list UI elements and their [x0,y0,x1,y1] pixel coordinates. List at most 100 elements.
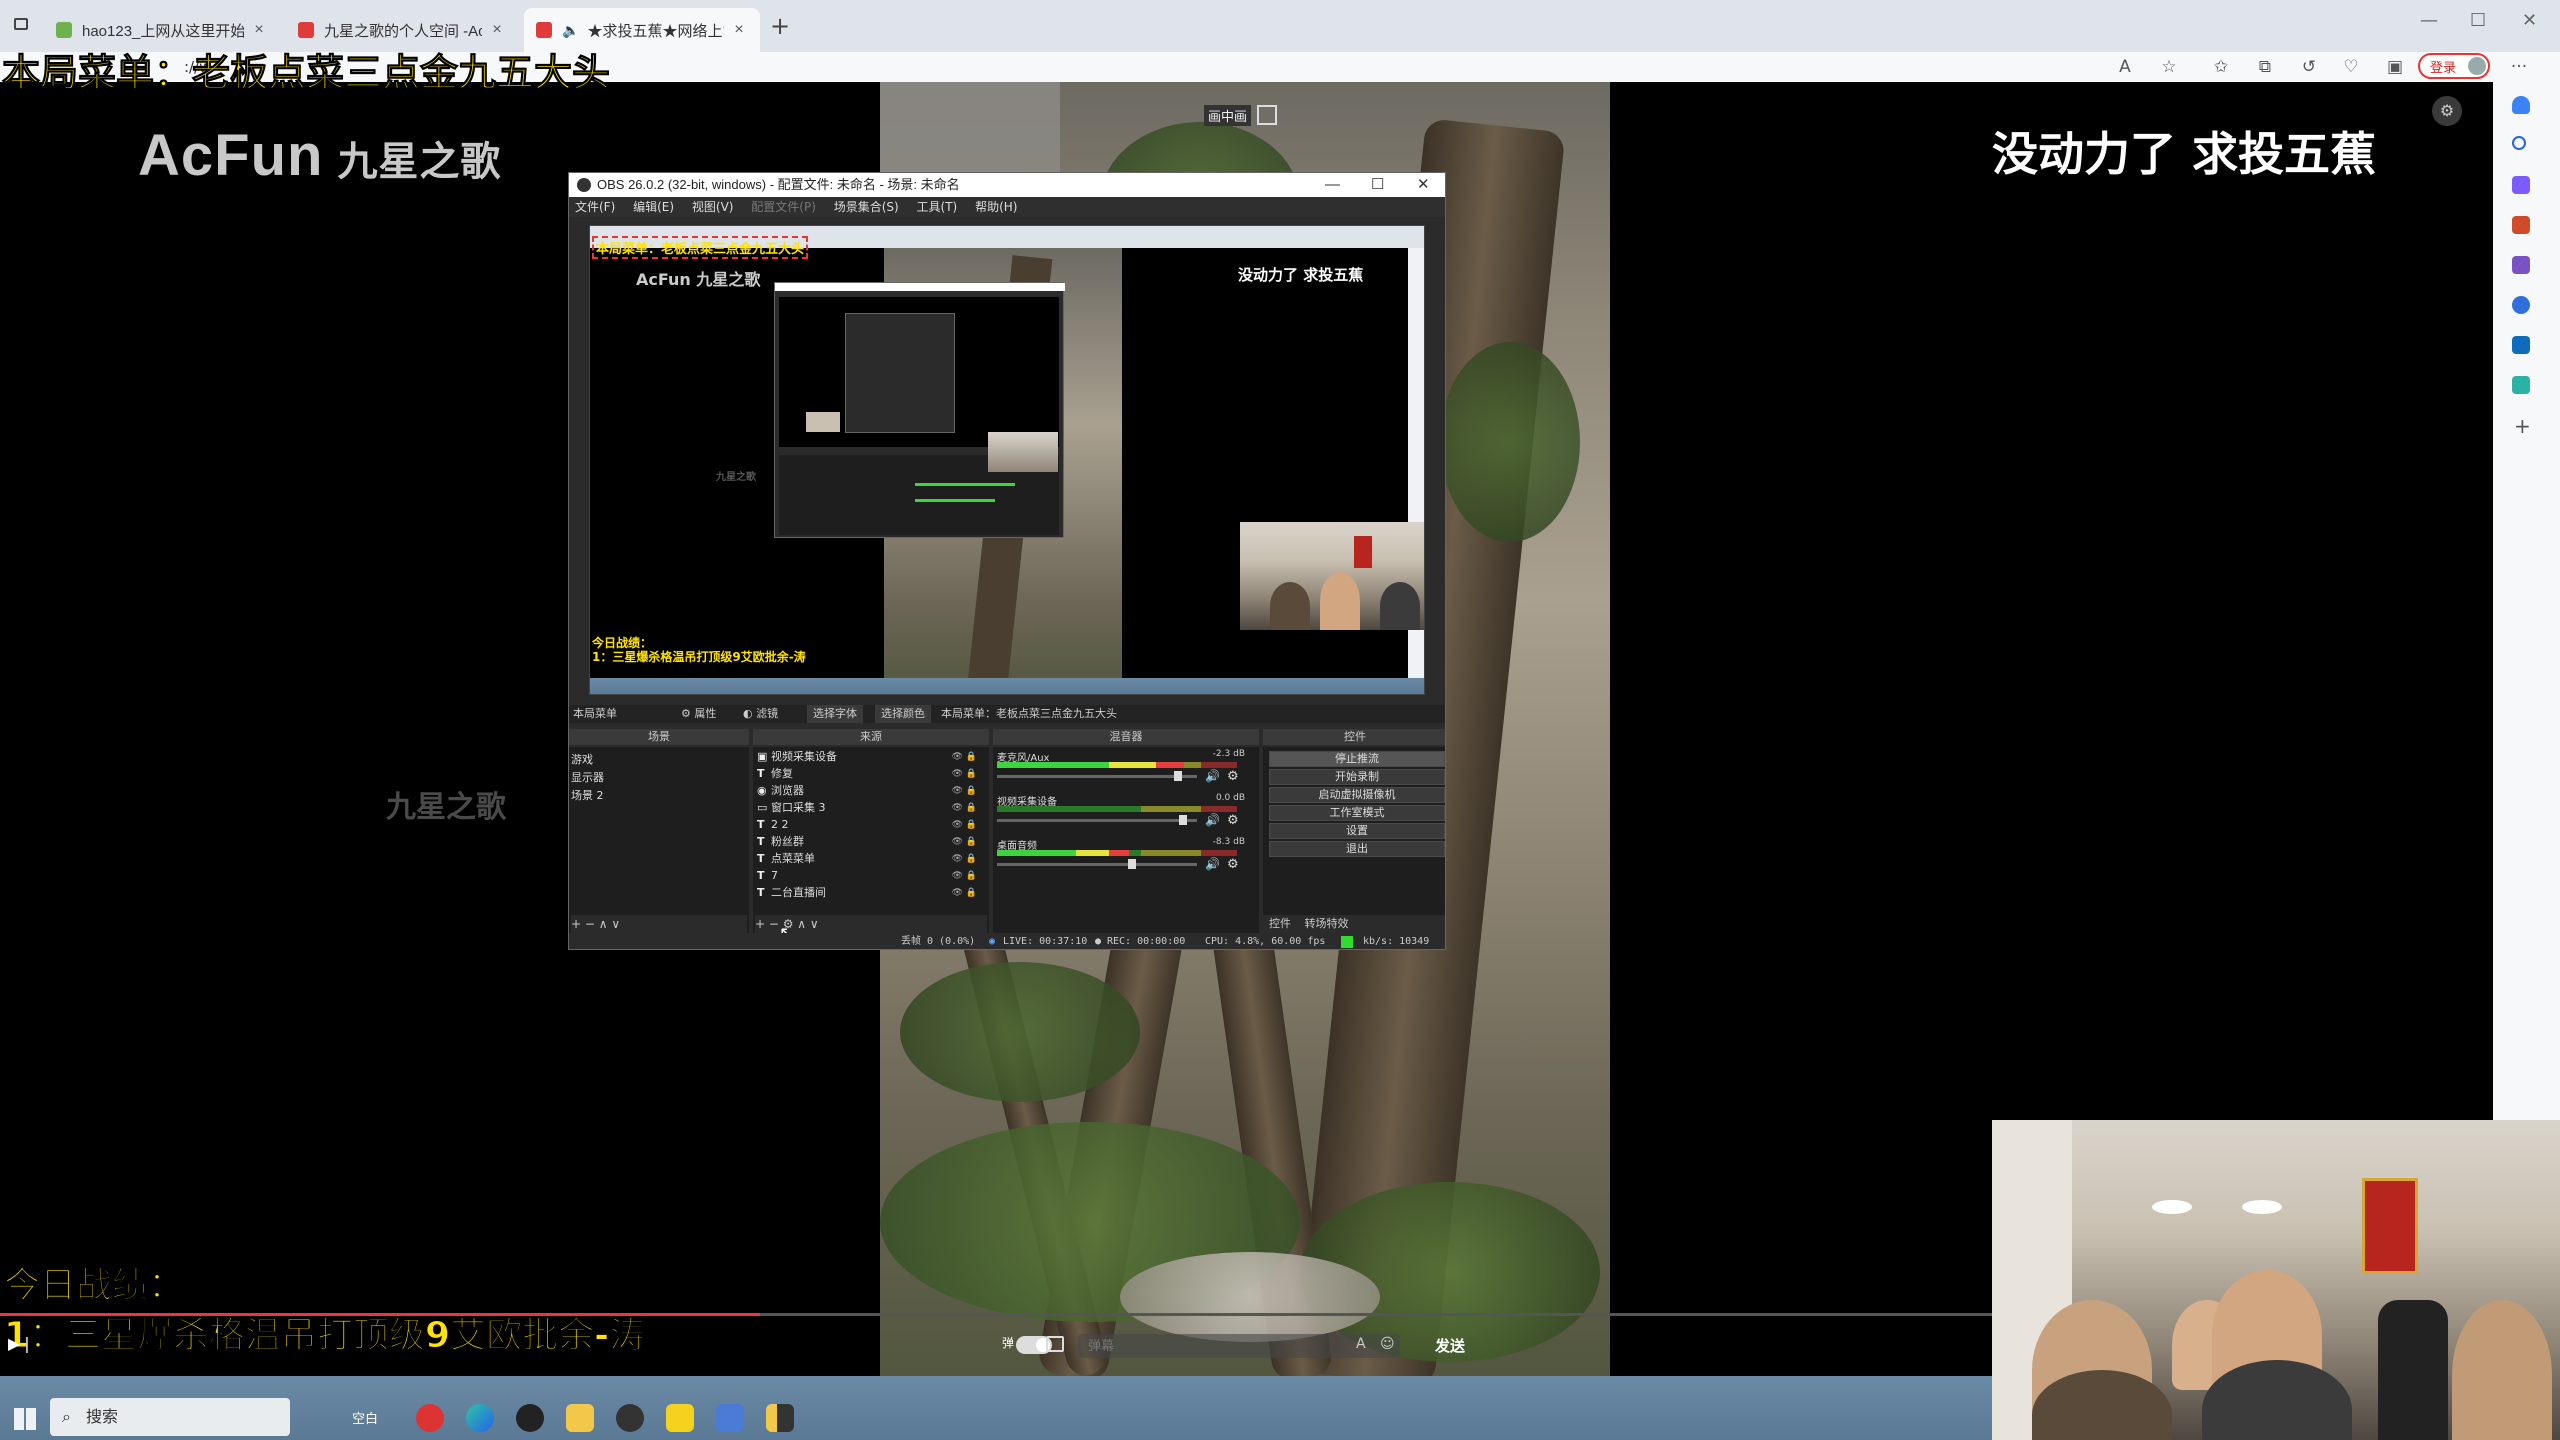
select-color-button[interactable]: 选择颜色 [875,705,931,723]
extensions-icon[interactable]: ▣ [2384,56,2406,78]
danmu-settings-icon[interactable] [1046,1336,1064,1352]
obs-taskbar-icon[interactable] [616,1404,644,1432]
lock-icon[interactable]: 🔒 [966,851,977,867]
exit-button[interactable]: 退出 [1269,841,1445,857]
text-source-value[interactable]: 本局菜单：老板点菜三点金九五大头 [941,705,1117,723]
lock-icon[interactable]: 🔒 [966,749,977,765]
source-item[interactable]: T 2 2 👁 🔒 [757,817,981,833]
eye-icon[interactable]: 👁 [952,851,963,867]
obs-menu-file[interactable]: 文件(F) [575,200,615,214]
speaker-icon[interactable]: 🔊 [1205,813,1220,827]
new-tab-button[interactable]: + [770,12,790,40]
obs-menu-help[interactable]: 帮助(H) [975,200,1017,214]
volume-slider[interactable] [997,815,1197,825]
source-item[interactable]: T 点菜菜单 👁 🔒 [757,851,981,867]
more-menu-icon[interactable]: ··· [2508,56,2530,78]
gear-icon[interactable]: ⚙ [1227,813,1239,828]
tab-close-icon[interactable]: × [730,21,748,39]
danmu-input[interactable] [1078,1334,1400,1358]
eye-icon[interactable]: 👁 [952,749,963,765]
notification-icon[interactable] [2512,96,2530,114]
eye-icon[interactable]: 👁 [952,766,963,782]
app-icon-stripe[interactable] [766,1404,794,1432]
settings-gear-icon[interactable]: ⚙ [2432,96,2462,126]
pip-button[interactable]: 画中画 [1204,104,1278,126]
lock-icon[interactable]: 🔒 [966,885,977,901]
obs-close-button[interactable]: ✕ [1417,173,1430,197]
photos-icon[interactable] [716,1404,744,1432]
source-item[interactable]: ◉ 浏览器 👁 🔒 [757,783,981,799]
send-button[interactable]: 发送 [1412,1332,1488,1360]
window-menu-icon[interactable] [14,18,28,30]
tab-close-icon[interactable]: × [488,21,506,39]
netease-music-icon[interactable] [416,1404,444,1432]
office-icon[interactable] [2512,296,2530,314]
qq-icon[interactable] [516,1404,544,1432]
eye-icon[interactable]: 👁 [952,783,963,799]
stop-streaming-button[interactable]: 停止推流 [1269,751,1445,767]
lock-icon[interactable]: 🔒 [966,766,977,782]
source-item[interactable]: ▭ 窗口采集 3 👁 🔒 [757,800,981,816]
scene-item[interactable]: 游戏 [571,751,593,767]
source-item[interactable]: T 粉丝群 👁 🔒 [757,834,981,850]
font-style-icon[interactable]: A [1356,1336,1366,1352]
scenes-toolbar[interactable]: + − ∧ ∨ [571,915,747,933]
studio-mode-button[interactable]: 工作室模式 [1269,805,1445,821]
read-aloud-icon[interactable]: A [2114,56,2136,78]
speaker-icon[interactable]: 🔊 [1205,857,1220,871]
obs-menu-edit[interactable]: 编辑(E) [633,200,674,214]
shopping-icon[interactable] [2512,176,2530,194]
tab-controls[interactable]: 控件 [1269,917,1291,930]
select-font-button[interactable]: 选择字体 [807,705,863,723]
volume-slider[interactable] [997,859,1197,869]
health-icon[interactable]: ♡ [2340,56,2362,78]
scene-item[interactable]: 显示器 [571,769,604,785]
fullscreen-icon[interactable] [1257,105,1278,125]
eye-icon[interactable]: 👁 [952,800,963,816]
obs-menu-tools[interactable]: 工具(T) [917,200,958,214]
login-button[interactable]: 登录 [2418,53,2490,79]
obs-preview[interactable]: 本局菜单：老板点菜三点金九五大头 AcFun 九星之歌 没动力了 求投五蕉 九星… [589,225,1425,695]
search-icon[interactable] [2512,136,2526,150]
lock-icon[interactable]: 🔒 [966,834,977,850]
minimize-button[interactable]: — [2420,10,2438,31]
favorites-icon[interactable]: ✩ [2210,56,2232,78]
history-icon[interactable]: ↺ [2298,56,2320,78]
eye-icon[interactable]: 👁 [952,817,963,833]
source-item[interactable]: T 修复 👁 🔒 [757,766,981,782]
maximize-button[interactable]: ☐ [2470,10,2486,31]
video-progress-bar[interactable] [0,1313,1992,1316]
speaker-icon[interactable]: 🔊 [1205,769,1220,783]
lock-icon[interactable]: 🔒 [966,800,977,816]
lock-icon[interactable]: 🔒 [966,817,977,833]
games-icon[interactable] [2512,256,2530,274]
start-virtual-camera-button[interactable]: 启动虚拟摄像机 [1269,787,1445,803]
tab-close-icon[interactable]: × [250,21,268,39]
gear-icon[interactable]: ⚙ [1227,857,1239,872]
collections-icon[interactable]: ⧉ [2254,56,2276,78]
start-recording-button[interactable]: 开始录制 [1269,769,1445,785]
source-item[interactable]: ▣ 视频采集设备 👁 🔒 [757,749,981,765]
scene-item[interactable]: 场景 2 [571,787,604,803]
obs-menu-scene-collection[interactable]: 场景集合(S) [834,200,899,214]
gear-icon[interactable]: ⚙ [1227,769,1239,784]
drop-icon[interactable] [2512,376,2530,394]
eye-icon[interactable]: 👁 [952,868,963,884]
obs-menu-profile[interactable]: 配置文件(P) [751,200,816,214]
volume-slider[interactable] [997,771,1197,781]
obs-menu-view[interactable]: 视图(V) [692,200,734,214]
file-explorer-icon[interactable] [566,1404,594,1432]
lock-icon[interactable]: 🔒 [966,783,977,799]
properties-button[interactable]: ⚙ 属性 [681,705,716,723]
filters-button[interactable]: ◐ 滤镜 [743,705,778,723]
outlook-icon[interactable] [2512,336,2530,354]
eye-icon[interactable]: 👁 [952,834,963,850]
source-item[interactable]: T 二台直播间 👁 🔒 [757,885,981,901]
windows-start-icon[interactable] [14,1408,36,1430]
tools-icon[interactable] [2512,216,2530,234]
lock-icon[interactable]: 🔒 [966,868,977,884]
emoji-icon[interactable]: ☺ [1380,1336,1395,1352]
obs-minimize-button[interactable]: — [1325,173,1340,197]
add-sidebar-icon[interactable]: + [2514,414,2531,438]
obs-window[interactable]: OBS 26.0.2 (32-bit, windows) - 配置文件: 未命名… [568,172,1446,950]
